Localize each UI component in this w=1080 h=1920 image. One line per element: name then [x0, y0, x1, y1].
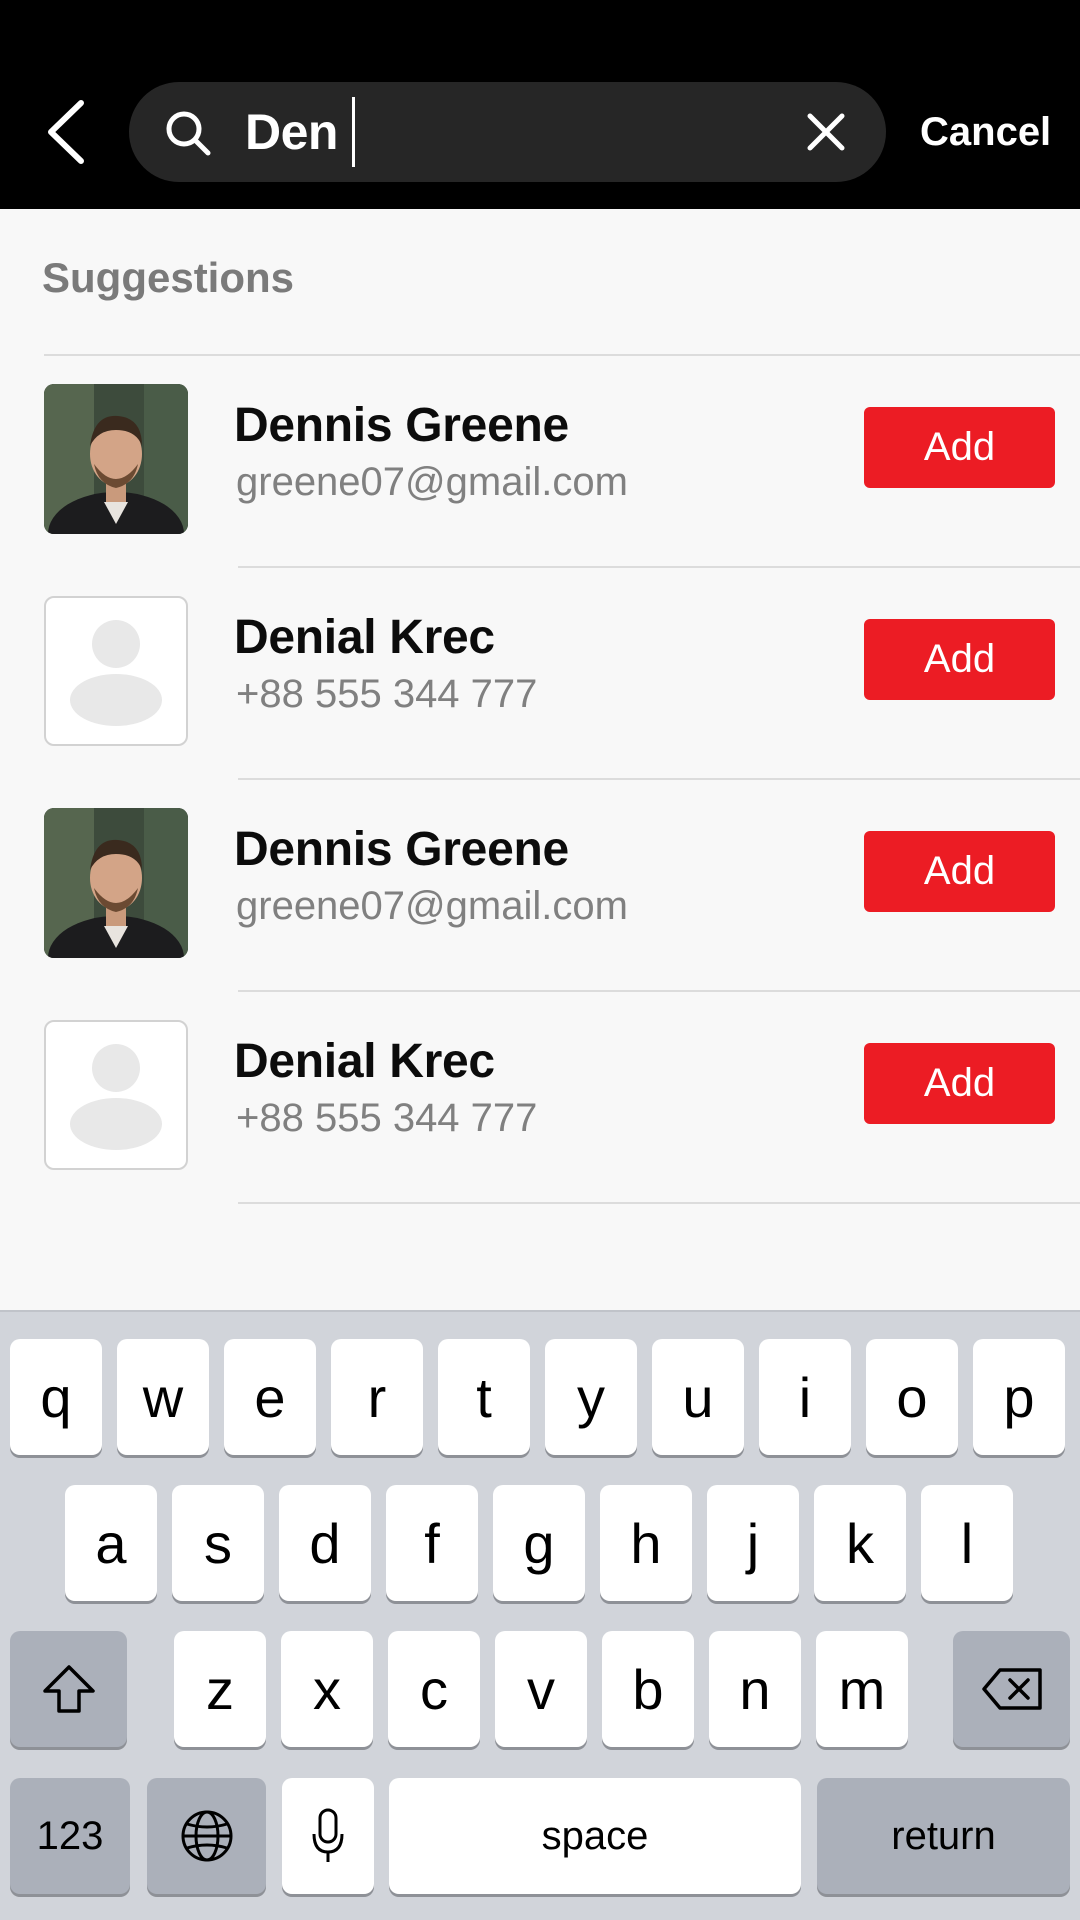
key-s[interactable]: s [172, 1485, 264, 1601]
chevron-left-icon [48, 100, 84, 164]
return-key[interactable]: return [817, 1778, 1070, 1894]
search-input[interactable]: Den [245, 97, 355, 167]
key-v[interactable]: v [495, 1631, 587, 1747]
key-l[interactable]: l [921, 1485, 1013, 1601]
delete-key[interactable] [953, 1631, 1070, 1747]
add-button[interactable]: Add [864, 407, 1055, 488]
key-o[interactable]: o [866, 1339, 958, 1455]
key-x[interactable]: x [281, 1631, 373, 1747]
contact-detail: +88 555 344 777 [236, 1096, 538, 1140]
search-field[interactable]: Den [129, 82, 886, 182]
keyboard: q w e r t y u i o p a s d f g h j k l z x c v b n m 123 space return [0, 1310, 1080, 1920]
top-bar: Den Cancel [0, 0, 1080, 209]
shift-icon [42, 1665, 95, 1713]
list-item[interactable]: Denial Krec +88 555 344 777 Add [0, 992, 1080, 1204]
contact-name: Denial Krec [234, 1035, 495, 1088]
key-p[interactable]: p [973, 1339, 1065, 1455]
key-q[interactable]: q [10, 1339, 102, 1455]
avatar [44, 808, 188, 958]
close-icon[interactable] [802, 108, 850, 156]
key-c[interactable]: c [388, 1631, 480, 1747]
globe-key[interactable] [147, 1778, 266, 1894]
key-r[interactable]: r [331, 1339, 423, 1455]
contact-name: Dennis Greene [234, 399, 569, 452]
key-g[interactable]: g [493, 1485, 585, 1601]
key-d[interactable]: d [279, 1485, 371, 1601]
contact-detail: greene07@gmail.com [236, 884, 628, 928]
key-z[interactable]: z [174, 1631, 266, 1747]
key-b[interactable]: b [602, 1631, 694, 1747]
search-input-text: Den [245, 104, 338, 160]
shift-key[interactable] [10, 1631, 127, 1747]
key-w[interactable]: w [117, 1339, 209, 1455]
add-button[interactable]: Add [864, 619, 1055, 700]
list-item[interactable]: Denial Krec +88 555 344 777 Add [0, 568, 1080, 780]
cancel-button[interactable]: Cancel [920, 104, 1080, 160]
list-item[interactable]: Dennis Greene greene07@gmail.com Add [0, 780, 1080, 992]
key-j[interactable]: j [707, 1485, 799, 1601]
key-y[interactable]: y [545, 1339, 637, 1455]
text-caret [351, 97, 355, 167]
person-placeholder-icon [70, 1044, 162, 1150]
avatar [44, 1020, 188, 1170]
person-placeholder-icon [70, 620, 162, 726]
back-button[interactable] [30, 92, 100, 172]
key-i[interactable]: i [759, 1339, 851, 1455]
list-item[interactable]: Dennis Greene greene07@gmail.com Add [0, 356, 1080, 568]
search-icon [166, 111, 211, 156]
add-button[interactable]: Add [864, 831, 1055, 912]
space-key[interactable]: space [389, 1778, 801, 1894]
divider [238, 1202, 1080, 1204]
contact-detail: +88 555 344 777 [236, 672, 538, 716]
key-f[interactable]: f [386, 1485, 478, 1601]
avatar-photo [44, 384, 188, 534]
microphone-key[interactable] [282, 1778, 374, 1894]
avatar-photo [44, 808, 188, 958]
contact-name: Denial Krec [234, 611, 495, 664]
contact-name: Dennis Greene [234, 823, 569, 876]
key-h[interactable]: h [600, 1485, 692, 1601]
key-k[interactable]: k [814, 1485, 906, 1601]
backspace-icon [981, 1668, 1042, 1710]
avatar [44, 384, 188, 534]
key-t[interactable]: t [438, 1339, 530, 1455]
globe-icon [181, 1810, 232, 1862]
key-n[interactable]: n [709, 1631, 801, 1747]
numbers-key[interactable]: 123 [10, 1778, 130, 1894]
key-e[interactable]: e [224, 1339, 316, 1455]
microphone-icon [312, 1808, 344, 1862]
suggestions-heading: Suggestions [42, 254, 295, 301]
key-u[interactable]: u [652, 1339, 744, 1455]
contact-detail: greene07@gmail.com [236, 460, 628, 504]
key-m[interactable]: m [816, 1631, 908, 1747]
avatar [44, 596, 188, 746]
add-button[interactable]: Add [864, 1043, 1055, 1124]
key-a[interactable]: a [65, 1485, 157, 1601]
